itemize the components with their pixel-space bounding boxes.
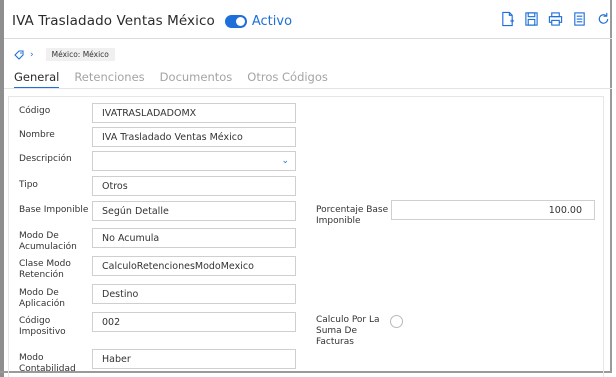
codigo-impositivo-label: Código Impositivo [19, 316, 66, 338]
notes-button[interactable] [570, 9, 588, 29]
clase-modo-field[interactable]: CalculoRetencionesModoMexico [92, 256, 296, 276]
new-document-button[interactable] [498, 9, 516, 29]
clase-modo-label-line1: Clase Modo [19, 259, 71, 269]
codigo-field[interactable]: IVATRASLADADOMX [92, 103, 296, 123]
modo-aplicacion-label-line2: Aplicación [19, 299, 65, 309]
modo-aplicacion-field[interactable]: Destino [92, 284, 296, 304]
modo-acumulacion-label-line2: Acumulación [19, 242, 77, 252]
chevron-down-icon: ⌄ [281, 156, 289, 166]
clase-modo-label: Clase Modo Retención [19, 259, 71, 281]
modo-acumulacion-label: Modo De Acumulación [19, 231, 77, 253]
modo-contabilidad-label-line2: Contabilidad [19, 364, 76, 374]
refresh-icon [598, 12, 608, 24]
calculo-suma-label-line2: Suma De [316, 326, 358, 336]
tab-bar: General Retenciones Documentos Otros Cód… [14, 70, 328, 89]
porcentaje-base-label: Porcentaje Base Imponible [316, 205, 388, 227]
notes-icon [573, 12, 585, 26]
breadcrumb-chip[interactable]: México: México [45, 48, 115, 61]
new-document-icon [501, 11, 514, 27]
modo-contabilidad-label-line1: Modo [19, 353, 44, 363]
nombre-field[interactable]: IVA Trasladado Ventas México [92, 127, 296, 147]
toggle-knob [235, 16, 245, 26]
modo-aplicacion-label-line1: Modo De [19, 288, 59, 298]
tabs-divider [4, 88, 612, 89]
base-imponible-label: Base Imponible [19, 205, 89, 215]
record-header: IVA Trasladado Ventas México Activo [12, 10, 292, 32]
tipo-field[interactable]: Otros [92, 176, 296, 196]
tag-icon[interactable] [14, 49, 24, 60]
modo-acumulacion-label-line1: Modo De [19, 231, 59, 241]
toolbar [498, 9, 612, 29]
tab-documentos[interactable]: Documentos [160, 70, 233, 89]
codigo-impositivo-label-line2: Impositivo [19, 327, 66, 337]
calculo-suma-label: Calculo Por La Suma De Facturas [316, 315, 380, 348]
descripcion-label: Descripción [19, 154, 72, 164]
page-title: IVA Trasladado Ventas México [12, 13, 215, 29]
chevron-right-icon: › [30, 49, 34, 60]
print-button[interactable] [546, 9, 564, 29]
modo-contabilidad-label: Modo Contabilidad [19, 353, 76, 375]
porcentaje-base-field[interactable]: 100.00 [391, 200, 595, 220]
breadcrumb: › México: México [14, 48, 115, 61]
modo-acumulacion-field[interactable]: No Acumula [92, 228, 296, 248]
descripcion-dropdown[interactable]: ⌄ [92, 151, 296, 171]
codigo-label: Código [19, 106, 51, 116]
nombre-label: Nombre [19, 130, 55, 140]
calculo-suma-label-line1: Calculo Por La [316, 315, 380, 325]
porcentaje-base-label-line2: Imponible [316, 216, 361, 226]
modo-aplicacion-label: Modo De Aplicación [19, 288, 65, 310]
porcentaje-base-label-line1: Porcentaje Base [316, 205, 389, 215]
clase-modo-label-line2: Retención [19, 270, 64, 280]
active-toggle[interactable] [224, 14, 247, 28]
calculo-suma-radio[interactable] [390, 315, 403, 328]
print-icon [548, 12, 562, 26]
calculo-suma-label-line3: Facturas [316, 337, 354, 347]
active-label: Activo [251, 13, 293, 29]
header-divider [4, 38, 612, 39]
tab-retenciones[interactable]: Retenciones [74, 70, 144, 89]
tab-otros-codigos[interactable]: Otros Códigos [247, 70, 328, 89]
tipo-label: Tipo [19, 180, 38, 190]
modo-contabilidad-field[interactable]: Haber [92, 349, 296, 369]
tab-general[interactable]: General [14, 70, 60, 89]
refresh-button[interactable] [594, 9, 612, 29]
codigo-impositivo-label-line1: Código [19, 316, 51, 326]
codigo-impositivo-field[interactable]: 002 [92, 312, 296, 332]
base-imponible-field[interactable]: Según Detalle [92, 201, 296, 221]
save-button[interactable] [522, 9, 540, 29]
save-icon [524, 12, 538, 26]
